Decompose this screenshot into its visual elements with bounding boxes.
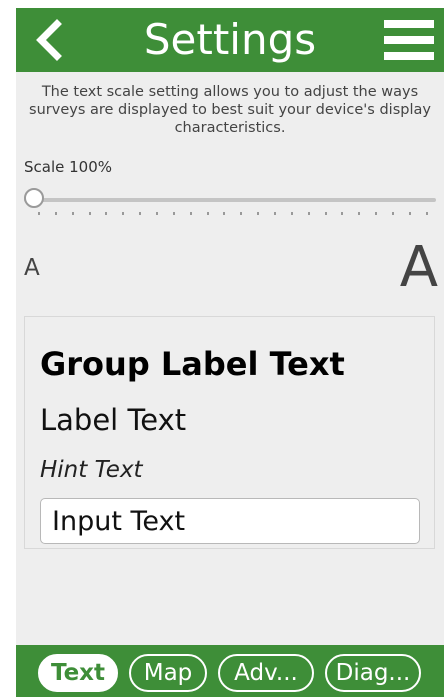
scale-label: Scale 100% bbox=[24, 158, 113, 176]
small-text-indicator: A bbox=[24, 255, 40, 281]
slider-ticks bbox=[38, 212, 428, 216]
tab-map[interactable]: Map bbox=[129, 654, 207, 692]
settings-tab-bar: Text Map Adv... Diag... bbox=[16, 645, 444, 697]
slider-thumb[interactable] bbox=[24, 188, 44, 208]
scale-description: The text scale setting allows you to adj… bbox=[29, 84, 431, 136]
hamburger-menu-icon bbox=[384, 20, 434, 28]
label-preview: Label Text bbox=[40, 403, 187, 437]
page-title: Settings bbox=[143, 15, 317, 64]
header-bar: Settings bbox=[16, 8, 444, 72]
settings-screen: Settings The text scale setting allows y… bbox=[16, 8, 444, 697]
text-preview-panel: Group Label Text Label Text Hint Text bbox=[24, 316, 435, 549]
hint-preview: Hint Text bbox=[40, 457, 143, 483]
hamburger-line bbox=[384, 52, 434, 60]
group-label-preview: Group Label Text bbox=[40, 345, 345, 383]
slider-track bbox=[24, 198, 436, 202]
tab-advanced[interactable]: Adv... bbox=[218, 654, 314, 692]
large-text-indicator: A bbox=[399, 235, 438, 300]
tab-text[interactable]: Text bbox=[38, 654, 118, 692]
hamburger-line bbox=[384, 36, 434, 44]
input-preview-field[interactable] bbox=[40, 498, 420, 544]
tab-diagnostics[interactable]: Diag... bbox=[325, 654, 421, 692]
text-scale-slider[interactable] bbox=[24, 188, 436, 218]
menu-button[interactable] bbox=[384, 20, 434, 60]
